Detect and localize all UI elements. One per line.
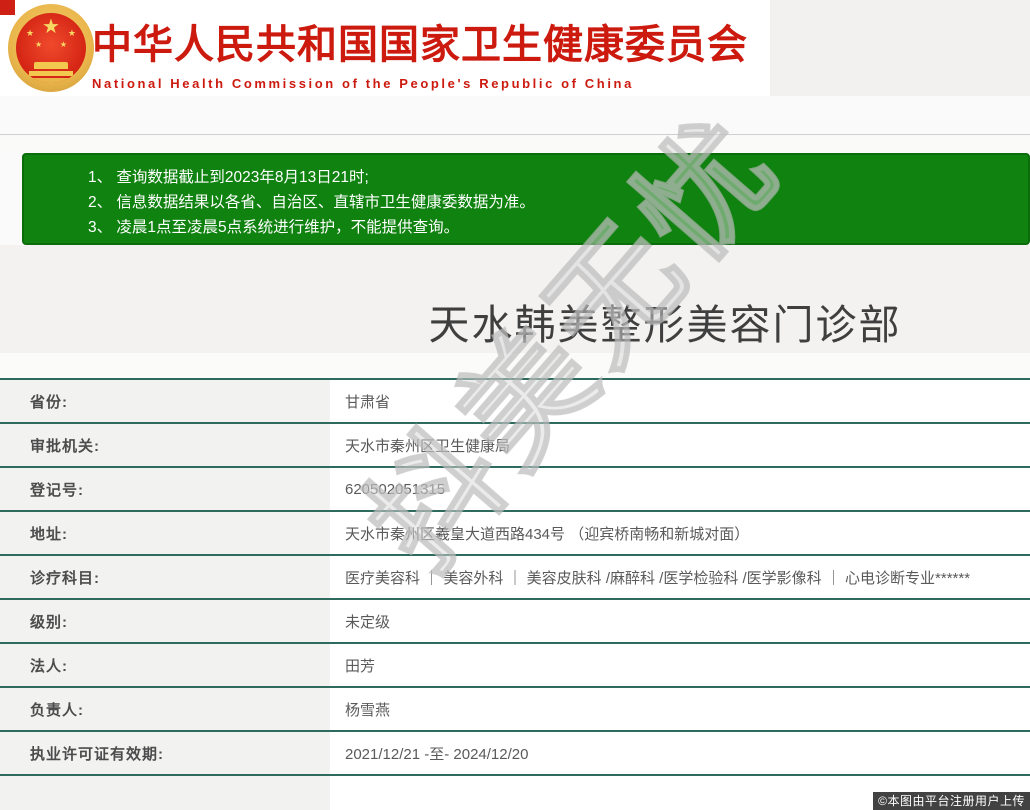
row-label: 级别: <box>0 598 330 643</box>
row-value: 杨雪燕 <box>330 686 1030 731</box>
row-label <box>0 774 330 810</box>
institution-title: 天水韩美整形美容门诊部 <box>428 302 902 348</box>
table-row: 登记号: 620502051315 <box>0 466 1030 511</box>
upload-caption: ©本图由平台注册用户上传 <box>873 792 1030 810</box>
institution-info-table: 省份: 甘肃省 审批机关: 天水市秦州区卫生健康局 登记号: 620502051… <box>0 378 1030 810</box>
table-row: 地址: 天水市秦州区羲皇大道西路434号 （迎宾桥南畅和新城对面） <box>0 510 1030 555</box>
row-label: 省份: <box>0 378 330 423</box>
emblem-gate <box>34 62 68 69</box>
header-titles: 中华人民共和国国家卫生健康委员会 National Health Commiss… <box>92 12 762 91</box>
sub-band <box>0 135 1030 153</box>
info-table-body: 省份: 甘肃省 审批机关: 天水市秦州区卫生健康局 登记号: 620502051… <box>0 378 1030 810</box>
emblem-star-icon: ★ <box>42 16 60 38</box>
table-row: 审批机关: 天水市秦州区卫生健康局 <box>0 422 1030 467</box>
site-header: ★ ★ ★ ★ ★ 中华人民共和国国家卫生健康委员会 National Heal… <box>0 0 770 96</box>
site-title-chinese: 中华人民共和国国家卫生健康委员会 <box>92 23 748 67</box>
notice-line: 1、 查询数据截止到2023年8月13日21时; <box>88 169 369 186</box>
emblem-star-icon: ★ <box>67 28 76 38</box>
emblem-base <box>22 78 80 83</box>
page-root: ★ ★ ★ ★ ★ 中华人民共和国国家卫生健康委员会 National Heal… <box>0 0 1030 810</box>
emblem-core: ★ ★ ★ ★ ★ <box>16 13 86 83</box>
emblem-star-icon: ★ <box>59 40 67 49</box>
notice-list: 1、 查询数据截止到2023年8月13日21时; 2、 信息数据结果以各省、自治区… <box>88 165 1018 240</box>
notice-box: 1、 查询数据截止到2023年8月13日21时; 2、 信息数据结果以各省、自治区… <box>22 153 1030 245</box>
row-value: 甘肃省 <box>330 378 1030 423</box>
row-value: 620502051315 <box>330 466 1030 511</box>
row-label: 登记号: <box>0 466 330 511</box>
table-row: 负责人: 杨雪燕 <box>0 686 1030 731</box>
emblem-star-icon: ★ <box>26 28 35 38</box>
row-label: 诊疗科目: <box>0 554 330 599</box>
table-row: 诊疗科目: 医疗美容科 ｜ 美容外科 ｜ 美容皮肤科 /麻醉科 /医学检验科 /… <box>0 554 1030 599</box>
notice-line: 2、 信息数据结果以各省、自治区、直辖市卫生健康委数据为准。 <box>88 194 535 211</box>
national-emblem-icon: ★ ★ ★ ★ ★ <box>8 4 94 92</box>
row-value: 2021/12/21 -至- 2024/12/20 <box>330 730 1030 775</box>
row-label: 地址: <box>0 510 330 555</box>
row-label: 审批机关: <box>0 422 330 467</box>
emblem-gate <box>29 71 73 76</box>
row-value: 未定级 <box>330 598 1030 643</box>
corner-red-square <box>0 0 15 15</box>
row-value: 田芳 <box>330 642 1030 687</box>
table-row: 省份: 甘肃省 <box>0 378 1030 423</box>
row-value: 天水市秦州区羲皇大道西路434号 （迎宾桥南畅和新城对面） <box>330 510 1030 555</box>
table-row: 执业许可证有效期: 2021/12/21 -至- 2024/12/20 <box>0 730 1030 775</box>
row-label: 法人: <box>0 642 330 687</box>
notice-line: 3、 凌晨1点至凌晨5点系统进行维护，不能提供查询。 <box>88 219 460 236</box>
table-row: 法人: 田芳 <box>0 642 1030 687</box>
pre-table-strip <box>0 353 1030 378</box>
row-label: 执业许可证有效期: <box>0 730 330 775</box>
row-label: 负责人: <box>0 686 330 731</box>
row-value: 医疗美容科 ｜ 美容外科 ｜ 美容皮肤科 /麻醉科 /医学检验科 /医学影像科 … <box>330 554 1030 599</box>
emblem-star-icon: ★ <box>35 40 43 49</box>
row-value: 天水市秦州区卫生健康局 <box>330 422 1030 467</box>
table-row: 级别: 未定级 <box>0 598 1030 643</box>
site-title-english: National Health Commission of the People… <box>92 76 634 91</box>
